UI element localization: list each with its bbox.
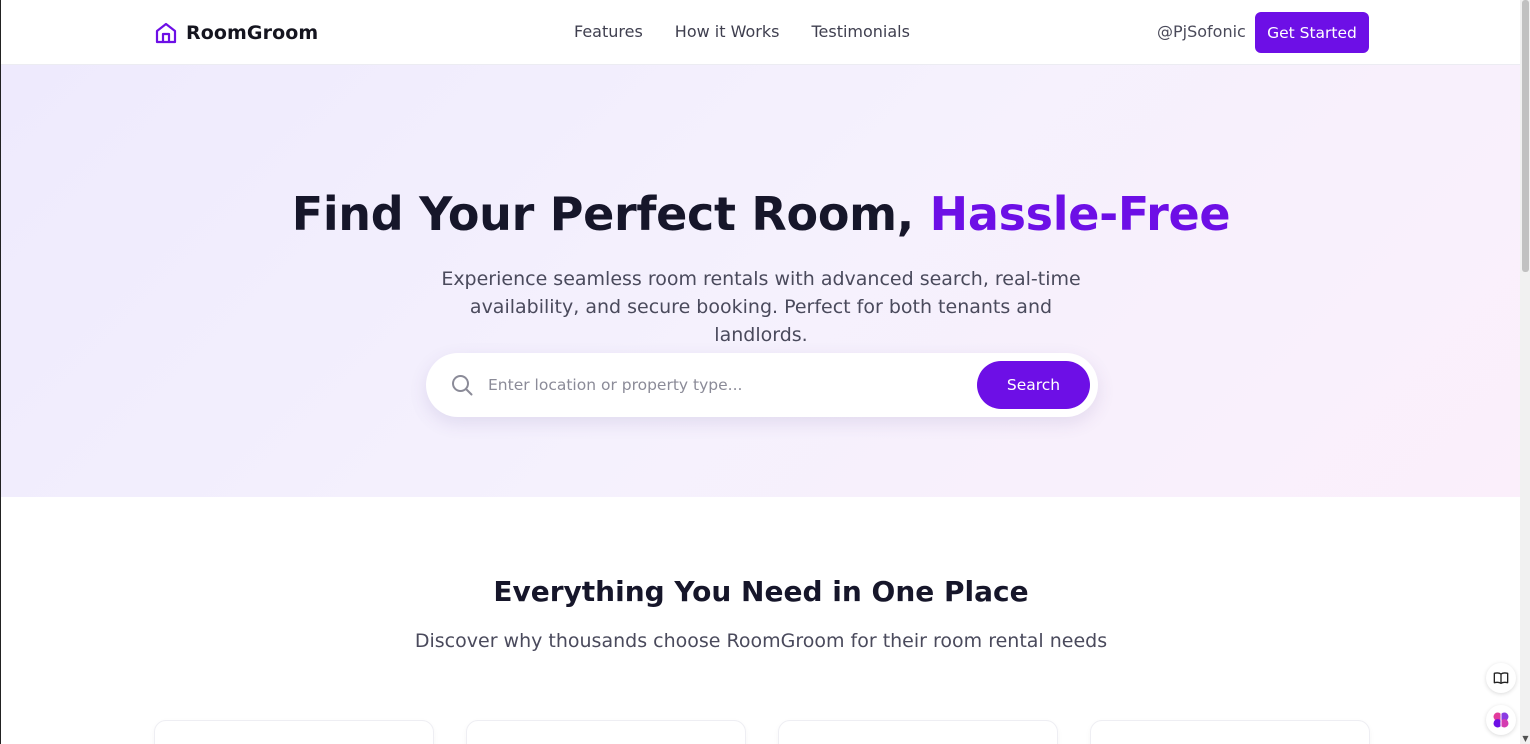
site-header: RoomGroom Features How it Works Testimon… (1, 0, 1520, 65)
search-icon (452, 375, 473, 396)
feature-card (154, 720, 434, 744)
features-title: Everything You Need in One Place (493, 575, 1029, 608)
search-input[interactable] (488, 367, 968, 403)
home-icon (155, 22, 177, 44)
feature-card (778, 720, 1058, 744)
main-nav: Features How it Works Testimonials (574, 22, 910, 41)
brain-icon (1493, 712, 1509, 728)
scroll-down-icon[interactable]: ▼ (1521, 734, 1530, 744)
vertical-scrollbar[interactable]: ▼ (1520, 0, 1530, 744)
book-widget-button[interactable] (1486, 663, 1516, 693)
hero-subtitle: Experience seamless room rentals with ad… (441, 268, 1081, 346)
hero-title: Find Your Perfect Room, Hassle-Free (1, 187, 1520, 241)
brand-name: RoomGroom (186, 22, 319, 44)
feature-card (1090, 720, 1370, 744)
search-bar: Search (426, 353, 1098, 417)
book-icon (1493, 672, 1509, 684)
features-subtitle: Discover why thousands choose RoomGroom … (414, 630, 1108, 652)
hero-section: Find Your Perfect Room, Hassle-Free Expe… (1, 65, 1520, 497)
page: RoomGroom Features How it Works Testimon… (0, 0, 1520, 744)
get-started-button[interactable]: Get Started (1255, 12, 1369, 53)
user-handle[interactable]: @PjSofonic (1157, 22, 1246, 41)
brand-logo[interactable]: RoomGroom (154, 20, 318, 46)
nav-features[interactable]: Features (574, 22, 643, 41)
search-button[interactable]: Search (977, 361, 1090, 409)
scrollbar-thumb[interactable] (1522, 0, 1529, 272)
nav-testimonials[interactable]: Testimonials (811, 22, 910, 41)
feature-card (466, 720, 746, 744)
nav-how-it-works[interactable]: How it Works (675, 22, 780, 41)
hero-title-main: Find Your Perfect Room, (291, 187, 930, 241)
assistant-widget-button[interactable] (1486, 705, 1516, 735)
hero-title-accent: Hassle-Free (929, 187, 1231, 241)
